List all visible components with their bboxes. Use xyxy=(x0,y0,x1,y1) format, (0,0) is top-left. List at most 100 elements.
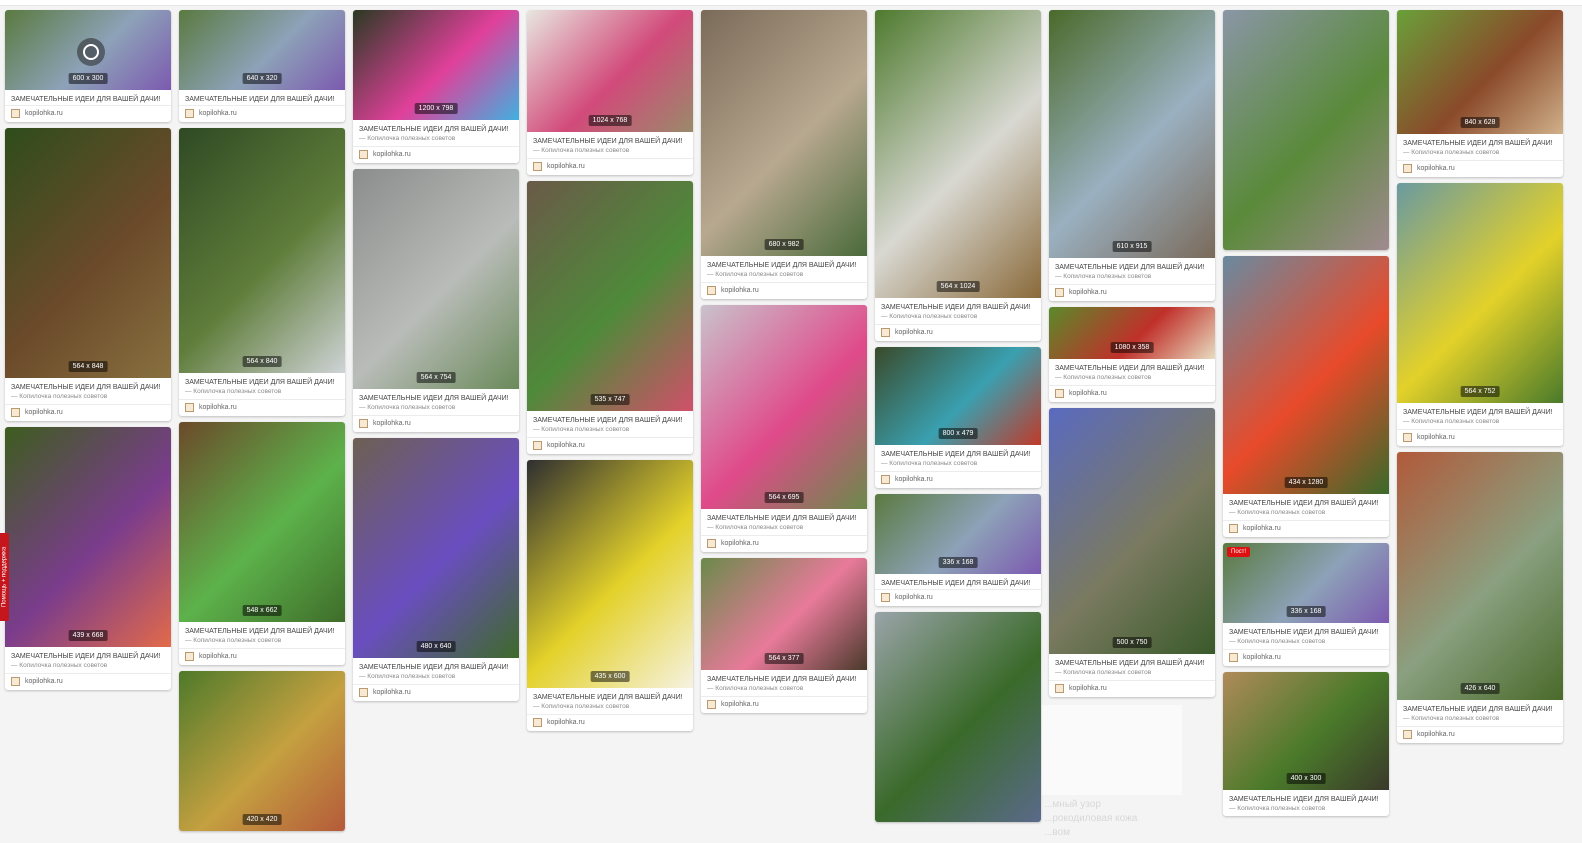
pin-board-name[interactable]: — Копилочка полезных советов xyxy=(1049,374,1215,385)
pin-card[interactable]: 434 x 1280 ЗАМЕЧАТЕЛЬНЫЕ ИДЕИ ДЛЯ ВАШЕЙ Д… xyxy=(1223,256,1389,537)
pin-board-name[interactable]: — Копилочка полезных советов xyxy=(1223,805,1389,816)
pin-card[interactable]: 1024 x 768 ЗАМЕЧАТЕЛЬНЫЕ ИДЕИ ДЛЯ ВАШЕЙ Д… xyxy=(527,10,693,175)
pin-card[interactable]: 500 x 750 ЗАМЕЧАТЕЛЬНЫЕ ИДЕИ ДЛЯ ВАШЕЙ ДА… xyxy=(1049,408,1215,697)
pin-title[interactable]: ЗАМЕЧАТЕЛЬНЫЕ ИДЕИ ДЛЯ ВАШЕЙ ДАЧИ! xyxy=(701,670,867,685)
pin-image[interactable]: 434 x 1280 xyxy=(1223,256,1389,494)
pin-card[interactable]: 426 x 640 ЗАМЕЧАТЕЛЬНЫЕ ИДЕИ ДЛЯ ВАШЕЙ ДА… xyxy=(1397,452,1563,743)
pin-title[interactable]: ЗАМЕЧАТЕЛЬНЫЕ ИДЕИ ДЛЯ ВАШЕЙ ДАЧИ! xyxy=(1049,654,1215,669)
pin-card[interactable]: 535 x 747 ЗАМЕЧАТЕЛЬНЫЕ ИДЕИ ДЛЯ ВАШЕЙ ДА… xyxy=(527,181,693,454)
pin-card[interactable]: 680 x 982 ЗАМЕЧАТЕЛЬНЫЕ ИДЕИ ДЛЯ ВАШЕЙ ДА… xyxy=(701,10,867,299)
pin-source[interactable]: kopilohka.ru xyxy=(875,471,1041,488)
pin-card[interactable]: 564 x 752 ЗАМЕЧАТЕЛЬНЫЕ ИДЕИ ДЛЯ ВАШЕЙ ДА… xyxy=(1397,183,1563,446)
pin-board-name[interactable]: — Копилочка полезных советов xyxy=(527,703,693,714)
pin-source[interactable]: kopilohka.ru xyxy=(1223,649,1389,666)
pin-source[interactable]: kopilohka.ru xyxy=(527,158,693,175)
pin-card[interactable]: 564 x 754 ЗАМЕЧАТЕЛЬНЫЕ ИДЕИ ДЛЯ ВАШЕЙ ДА… xyxy=(353,169,519,432)
pin-source[interactable]: kopilohka.ru xyxy=(701,282,867,299)
pin-title[interactable]: ЗАМЕЧАТЕЛЬНЫЕ ИДЕИ ДЛЯ ВАШЕЙ ДАЧИ! xyxy=(179,373,345,388)
feedback-tab[interactable]: Помощь + поддержка xyxy=(0,533,9,621)
pin-card[interactable]: 564 x 840 ЗАМЕЧАТЕЛЬНЫЕ ИДЕИ ДЛЯ ВАШЕЙ ДА… xyxy=(179,128,345,416)
eye-icon[interactable] xyxy=(77,38,105,66)
pin-source[interactable]: kopilohka.ru xyxy=(5,673,171,690)
pin-board-name[interactable]: — Копилочка полезных советов xyxy=(1397,149,1563,160)
pin-board-name[interactable]: — Копилочка полезных советов xyxy=(179,388,345,399)
pin-image[interactable]: 439 x 668 xyxy=(5,427,171,647)
pin-image[interactable]: 548 x 662 xyxy=(179,422,345,622)
pin-image[interactable]: 680 x 982 xyxy=(701,10,867,256)
pin-source[interactable]: kopilohka.ru xyxy=(875,589,1041,606)
pin-title[interactable]: ЗАМЕЧАТЕЛЬНЫЕ ИДЕИ ДЛЯ ВАШЕЙ ДАЧИ! xyxy=(179,622,345,637)
pin-image[interactable]: 564 x 695 xyxy=(701,305,867,509)
pin-image[interactable]: 600 x 300 xyxy=(5,10,171,90)
pin-card[interactable] xyxy=(1223,10,1389,250)
pin-image[interactable]: 500 x 750 xyxy=(1049,408,1215,654)
pin-title[interactable]: ЗАМЕЧАТЕЛЬНЫЕ ИДЕИ ДЛЯ ВАШЕЙ ДАЧИ! xyxy=(527,688,693,703)
pin-image[interactable]: 564 x 848 xyxy=(5,128,171,378)
pin-title[interactable]: ЗАМЕЧАТЕЛЬНЫЕ ИДЕИ ДЛЯ ВАШЕЙ ДАЧИ! xyxy=(1223,494,1389,509)
pin-card[interactable]: 610 x 915 ЗАМЕЧАТЕЛЬНЫЕ ИДЕИ ДЛЯ ВАШЕЙ ДА… xyxy=(1049,10,1215,301)
pin-image[interactable]: 435 x 600 xyxy=(527,460,693,688)
pin-title[interactable]: ЗАМЕЧАТЕЛЬНЫЕ ИДЕИ ДЛЯ ВАШЕЙ ДАЧИ! xyxy=(1397,700,1563,715)
pin-title[interactable]: ЗАМЕЧАТЕЛЬНЫЕ ИДЕИ ДЛЯ ВАШЕЙ ДАЧИ! xyxy=(5,378,171,393)
pin-board-name[interactable]: — Копилочка полезных советов xyxy=(179,637,345,648)
pin-title[interactable]: ЗАМЕЧАТЕЛЬНЫЕ ИДЕИ ДЛЯ ВАШЕЙ ДАЧИ! xyxy=(527,132,693,147)
pin-board-name[interactable]: — Копилочка полезных советов xyxy=(527,426,693,437)
pin-image[interactable]: 535 x 747 xyxy=(527,181,693,411)
pin-source[interactable]: kopilohka.ru xyxy=(527,437,693,454)
pin-image[interactable]: 1200 x 798 xyxy=(353,10,519,120)
pin-image[interactable]: Пост! 336 x 168 xyxy=(1223,543,1389,623)
pin-image[interactable] xyxy=(875,612,1041,822)
pin-card[interactable]: 435 x 600 ЗАМЕЧАТЕЛЬНЫЕ ИДЕИ ДЛЯ ВАШЕЙ ДА… xyxy=(527,460,693,731)
pin-card[interactable]: 336 x 168 ЗАМЕЧАТЕЛЬНЫЕ ИДЕИ ДЛЯ ВАШЕЙ ДА… xyxy=(875,494,1041,606)
pin-image[interactable]: 640 x 320 xyxy=(179,10,345,90)
pin-title[interactable]: ЗАМЕЧАТЕЛЬНЫЕ ИДЕИ ДЛЯ ВАШЕЙ ДАЧИ! xyxy=(1223,623,1389,638)
pin-title[interactable]: ЗАМЕЧАТЕЛЬНЫЕ ИДЕИ ДЛЯ ВАШЕЙ ДАЧИ! xyxy=(1223,790,1389,805)
pin-title[interactable]: ЗАМЕЧАТЕЛЬНЫЕ ИДЕИ ДЛЯ ВАШЕЙ ДАЧИ! xyxy=(179,90,345,105)
pin-board-name[interactable]: — Копилочка полезных советов xyxy=(701,685,867,696)
pin-source[interactable]: kopilohka.ru xyxy=(353,684,519,701)
pin-image[interactable]: 336 x 168 xyxy=(875,494,1041,574)
pin-source[interactable]: kopilohka.ru xyxy=(1049,284,1215,301)
pin-card[interactable]: 480 x 640 ЗАМЕЧАТЕЛЬНЫЕ ИДЕИ ДЛЯ ВАШЕЙ ДА… xyxy=(353,438,519,701)
pin-board-name[interactable]: — Копилочка полезных советов xyxy=(1223,509,1389,520)
pin-title[interactable]: ЗАМЕЧАТЕЛЬНЫЕ ИДЕИ ДЛЯ ВАШЕЙ ДАЧИ! xyxy=(875,445,1041,460)
pin-title[interactable]: ЗАМЕЧАТЕЛЬНЫЕ ИДЕИ ДЛЯ ВАШЕЙ ДАЧИ! xyxy=(353,658,519,673)
pin-source[interactable]: kopilohka.ru xyxy=(353,146,519,163)
pin-source[interactable]: kopilohka.ru xyxy=(1397,429,1563,446)
pin-image[interactable]: 426 x 640 xyxy=(1397,452,1563,700)
pin-image[interactable]: 564 x 840 xyxy=(179,128,345,373)
pin-card[interactable]: 439 x 668 ЗАМЕЧАТЕЛЬНЫЕ ИДЕИ ДЛЯ ВАШЕЙ ДА… xyxy=(5,427,171,690)
pin-source[interactable]: kopilohka.ru xyxy=(179,399,345,416)
pin-card[interactable]: 564 x 377 ЗАМЕЧАТЕЛЬНЫЕ ИДЕИ ДЛЯ ВАШЕЙ ДА… xyxy=(701,558,867,713)
pin-card[interactable]: Пост! 336 x 168 ЗАМЕЧАТЕЛЬНЫЕ ИДЕИ ДЛЯ ВАШ… xyxy=(1223,543,1389,666)
pin-title[interactable]: ЗАМЕЧАТЕЛЬНЫЕ ИДЕИ ДЛЯ ВАШЕЙ ДАЧИ! xyxy=(353,120,519,135)
pin-board-name[interactable]: — Копилочка полезных советов xyxy=(875,460,1041,471)
pin-source[interactable]: kopilohka.ru xyxy=(1397,726,1563,743)
pin-board-name[interactable]: — Копилочка полезных советов xyxy=(701,524,867,535)
pin-board-name[interactable]: — Копилочка полезных советов xyxy=(875,313,1041,324)
pin-source[interactable]: kopilohka.ru xyxy=(527,714,693,731)
pin-board-name[interactable]: — Копилочка полезных советов xyxy=(353,673,519,684)
pin-card[interactable]: 548 x 662 ЗАМЕЧАТЕЛЬНЫЕ ИДЕИ ДЛЯ ВАШЕЙ ДА… xyxy=(179,422,345,665)
pin-card[interactable]: 400 x 300 ЗАМЕЧАТЕЛЬНЫЕ ИДЕИ ДЛЯ ВАШЕЙ ДА… xyxy=(1223,672,1389,816)
pin-source[interactable]: kopilohka.ru xyxy=(701,696,867,713)
pin-source[interactable]: kopilohka.ru xyxy=(179,105,345,122)
pin-card[interactable]: 640 x 320 ЗАМЕЧАТЕЛЬНЫЕ ИДЕИ ДЛЯ ВАШЕЙ ДА… xyxy=(179,10,345,122)
pin-image[interactable]: 400 x 300 xyxy=(1223,672,1389,790)
pin-image[interactable]: 420 x 420 xyxy=(179,671,345,831)
pin-image[interactable]: 840 x 628 xyxy=(1397,10,1563,134)
pin-image[interactable]: 1024 x 768 xyxy=(527,10,693,132)
pin-card[interactable]: 420 x 420 xyxy=(179,671,345,831)
pin-title[interactable]: ЗАМЕЧАТЕЛЬНЫЕ ИДЕИ ДЛЯ ВАШЕЙ ДАЧИ! xyxy=(1397,134,1563,149)
pin-board-name[interactable]: — Копилочка полезных советов xyxy=(1397,715,1563,726)
pin-source[interactable]: kopilohka.ru xyxy=(353,415,519,432)
pin-card[interactable]: 564 x 1024 ЗАМЕЧАТЕЛЬНЫЕ ИДЕИ ДЛЯ ВАШЕЙ Д… xyxy=(875,10,1041,341)
pin-image[interactable]: 564 x 754 xyxy=(353,169,519,389)
pin-source[interactable]: kopilohka.ru xyxy=(701,535,867,552)
pin-title[interactable]: ЗАМЕЧАТЕЛЬНЫЕ ИДЕИ ДЛЯ ВАШЕЙ ДАЧИ! xyxy=(1397,403,1563,418)
pin-title[interactable]: ЗАМЕЧАТЕЛЬНЫЕ ИДЕИ ДЛЯ ВАШЕЙ ДАЧИ! xyxy=(527,411,693,426)
pin-image[interactable]: 480 x 640 xyxy=(353,438,519,658)
pin-board-name[interactable]: — Копилочка полезных советов xyxy=(353,404,519,415)
pin-card[interactable]: 564 x 848 ЗАМЕЧАТЕЛЬНЫЕ ИДЕИ ДЛЯ ВАШЕЙ ДА… xyxy=(5,128,171,421)
pin-card[interactable]: 564 x 695 ЗАМЕЧАТЕЛЬНЫЕ ИДЕИ ДЛЯ ВАШЕЙ ДА… xyxy=(701,305,867,552)
